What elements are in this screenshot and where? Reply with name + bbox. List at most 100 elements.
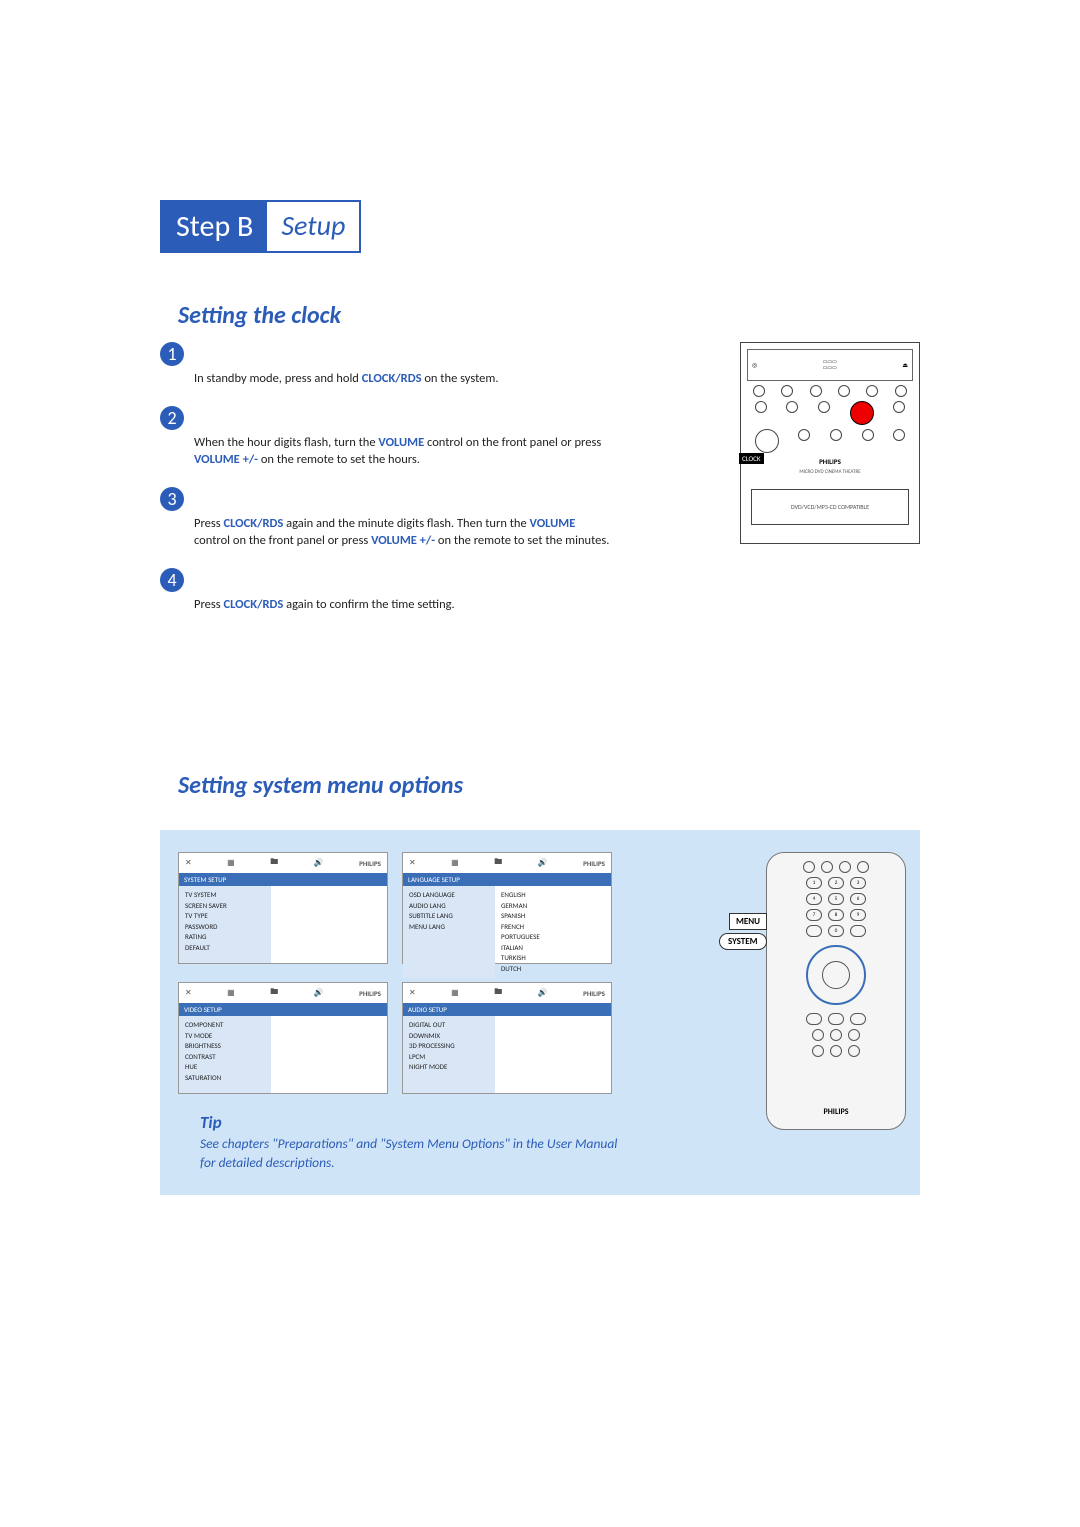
remote-button-icon <box>806 925 822 937</box>
device-cd-slot: DVD/VCD/MP3-CD COMPATIBLE <box>751 489 909 525</box>
menu-item: 3D PROCESSING <box>409 1041 489 1052</box>
device-button-icon <box>895 385 907 397</box>
screen-title: AUDIO SETUP <box>403 1003 611 1016</box>
screen-icon-bar: ✕▦🖿🔊PHILIPS <box>403 983 611 1003</box>
device-button-icon <box>818 401 830 413</box>
menu-item: HUE <box>185 1062 265 1073</box>
numpad-key: 1 <box>806 877 822 889</box>
device-button-icon <box>893 401 905 413</box>
grid-icon: ▦ <box>451 988 459 998</box>
numpad-key: 0 <box>828 925 844 937</box>
cd-text: DVD/VCD/MP3-CD COMPATIBLE <box>791 503 869 511</box>
menu-item: BRIGHTNESS <box>185 1041 265 1052</box>
step-name: Setup <box>267 202 359 251</box>
remote-button-icon <box>850 925 866 937</box>
keyword: VOLUME <box>378 435 424 450</box>
menu-item: NIGHT MODE <box>409 1062 489 1073</box>
lang-option: PORTUGUESE <box>501 932 605 943</box>
device-button-row <box>745 385 915 397</box>
menu-item: SCREEN SAVER <box>185 901 265 912</box>
folder-icon: 🖿 <box>494 856 502 870</box>
section-title-menu: Setting system menu options <box>178 771 920 800</box>
clock-knob-icon <box>755 429 779 453</box>
remote-button-icon <box>850 1013 866 1025</box>
menu-item: MENU LANG <box>409 922 489 933</box>
remote-illustration: MENU SYSTEM 123 456 789 0 PHILIPS <box>766 852 906 1130</box>
screen-title: LANGUAGE SETUP <box>403 873 611 886</box>
clock-step-4: 4 Press CLOCK/RDS again to confirm the t… <box>160 568 730 614</box>
step-number-icon: 1 <box>160 342 184 366</box>
lang-option: DUTCH <box>501 964 605 975</box>
menu-section: ✕▦🖿🔊PHILIPS SYSTEM SETUP TV SYSTEM SCREE… <box>160 830 920 1195</box>
text: Press <box>194 597 223 612</box>
clock-step-1: 1 In standby mode, press and hold CLOCK/… <box>160 342 730 388</box>
numpad-key: 7 <box>806 909 822 921</box>
menu-item: TV SYSTEM <box>185 890 265 901</box>
device-button-icon <box>893 429 905 441</box>
device-display: ◎▭▭▭▭▭▭⏏ <box>747 349 913 381</box>
step-label: Step B <box>162 202 267 251</box>
remote-button-icon <box>803 861 815 873</box>
numpad-key: 6 <box>850 893 866 905</box>
screen-video-setup: ✕▦🖿🔊PHILIPS VIDEO SETUP COMPONENT TV MOD… <box>178 982 388 1094</box>
grid-icon: ▦ <box>227 988 235 998</box>
menu-item: OSD LANGUAGE <box>409 890 489 901</box>
folder-icon: 🖿 <box>494 986 502 1000</box>
text: In standby mode, press and hold <box>194 371 362 386</box>
lang-option: GERMAN <box>501 901 605 912</box>
menu-item: TV MODE <box>185 1031 265 1042</box>
wrench-icon: ✕ <box>409 858 416 868</box>
device-button-icon <box>862 429 874 441</box>
menu-items-column: TV SYSTEM SCREEN SAVER TV TYPE PASSWORD … <box>179 886 271 963</box>
navigation-ring-icon <box>806 945 866 1005</box>
screen-icon-bar: ✕▦🖿🔊PHILIPS <box>179 983 387 1003</box>
screen-icon-bar: ✕▦🖿🔊PHILIPS <box>403 853 611 873</box>
menu-item: AUDIO LANG <box>409 901 489 912</box>
menu-items-column: DIGITAL OUT DOWNMIX 3D PROCESSING LPCM N… <box>403 1016 495 1093</box>
device-button-icon <box>753 385 765 397</box>
menu-item: PASSWORD <box>185 922 265 933</box>
remote-button-icon <box>839 861 851 873</box>
power-button-icon <box>850 401 874 425</box>
numpad-key: 9 <box>850 909 866 921</box>
step-number-icon: 4 <box>160 568 184 592</box>
keyword: VOLUME <box>530 516 576 531</box>
menu-items-column: COMPONENT TV MODE BRIGHTNESS CONTRAST HU… <box>179 1016 271 1093</box>
numpad-key: 2 <box>828 877 844 889</box>
screen-icon-bar: ✕▦🖿🔊PHILIPS <box>179 853 387 873</box>
step-number-icon: 3 <box>160 487 184 511</box>
device-button-icon <box>798 429 810 441</box>
wrench-icon: ✕ <box>185 988 192 998</box>
section-title-clock: Setting the clock <box>178 301 920 330</box>
lang-option: SPANISH <box>501 911 605 922</box>
text: Press <box>194 516 223 531</box>
device-illustration: ◎▭▭▭▭▭▭⏏ <box>740 342 920 544</box>
menu-item: CONTRAST <box>185 1052 265 1063</box>
menu-item: DIGITAL OUT <box>409 1020 489 1031</box>
menu-item: DEFAULT <box>185 943 265 954</box>
callout-menu: MENU <box>729 913 767 930</box>
remote-button-icon <box>821 861 833 873</box>
device-button-icon <box>755 401 767 413</box>
menu-item: LPCM <box>409 1052 489 1063</box>
grid-icon: ▦ <box>227 858 235 868</box>
lang-option: TURKISH <box>501 953 605 964</box>
folder-icon: 🖿 <box>270 856 278 870</box>
step-number-icon: 2 <box>160 406 184 430</box>
speaker-icon: 🔊 <box>314 988 324 998</box>
keyword: CLOCK/RDS <box>362 371 422 386</box>
menu-item: RATING <box>185 932 265 943</box>
remote-button-icon <box>830 1029 842 1041</box>
lang-option: FRENCH <box>501 922 605 933</box>
menu-items-column: OSD LANGUAGE AUDIO LANG SUBTITLE LANG ME… <box>403 886 495 978</box>
remote-button-icon <box>848 1029 860 1041</box>
screen-title: SYSTEM SETUP <box>179 873 387 886</box>
speaker-icon: 🔊 <box>538 858 548 868</box>
wrench-icon: ✕ <box>409 988 416 998</box>
lang-option: ITALIAN <box>501 943 605 954</box>
clock-step-3: 3 Press CLOCK/RDS again and the minute d… <box>160 487 730 550</box>
step-text: Press CLOCK/RDS again and the minute dig… <box>194 487 614 550</box>
speaker-icon: 🔊 <box>314 858 324 868</box>
keyword: CLOCK/RDS <box>223 516 283 531</box>
step-header: Step B Setup <box>160 200 361 253</box>
